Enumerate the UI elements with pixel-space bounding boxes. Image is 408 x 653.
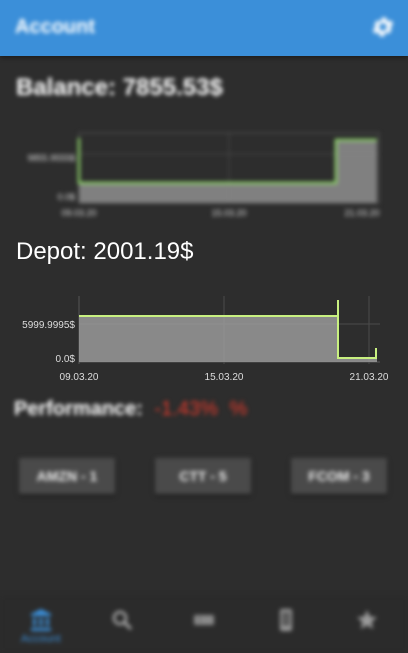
app-title: Account	[15, 16, 95, 38]
nav-item-account[interactable]: Account	[11, 595, 71, 653]
nav-item-ticket[interactable]	[174, 595, 234, 653]
x-tick-label: 21.03.20	[350, 372, 389, 383]
app-bar: Account	[0, 0, 408, 56]
bottom-navigation: Account	[0, 595, 408, 653]
balance-heading: Balance: 7855.53$	[16, 74, 223, 101]
phone-icon	[279, 609, 292, 631]
stock-button-ctt[interactable]: CTT - 5	[155, 458, 251, 494]
performance-label: Performance:	[14, 398, 143, 420]
x-tick-label: 21.03.20	[344, 208, 379, 218]
nav-item-search[interactable]	[92, 595, 152, 653]
performance-row: Performance: -1.43% %	[14, 398, 247, 421]
search-icon	[113, 610, 133, 631]
y-tick-label: 0.0$	[56, 354, 76, 365]
performance-value: -1.43%	[154, 398, 218, 420]
y-tick-label: 5999.9995$	[22, 320, 75, 331]
performance-unit: %	[229, 398, 248, 420]
stock-button-fcom[interactable]: FCOM - 3	[291, 458, 387, 494]
y-tick-label: 0.0$	[57, 192, 75, 202]
bank-icon	[30, 609, 51, 631]
y-tick-label: 9855.9555$	[27, 153, 75, 163]
star-icon	[357, 610, 378, 629]
ticket-icon	[193, 615, 214, 625]
x-tick-label: 15.03.20	[205, 372, 244, 383]
gear-icon[interactable]	[370, 14, 396, 40]
nav-item-label: Account	[20, 633, 61, 645]
depot-chart: 5999.9995$ 0.0$ 09.03.20 15.03.20 21.03.…	[0, 292, 408, 392]
x-tick-label: 15.03.20	[211, 208, 246, 218]
balance-line	[77, 138, 377, 185]
nav-item-star[interactable]	[337, 595, 397, 653]
nav-item-phone[interactable]	[256, 595, 316, 653]
balance-area	[79, 140, 377, 203]
depot-area	[79, 316, 377, 362]
x-tick-label: 09.03.20	[60, 372, 99, 383]
balance-chart: 9855.9555$ 0.0$ 09.03.20 15.03.20 21.03.…	[0, 128, 408, 228]
x-tick-label: 09.03.20	[61, 208, 96, 218]
stock-button-amzn[interactable]: AMZN - 1	[19, 458, 115, 494]
depot-heading: Depot: 2001.19$	[16, 238, 194, 265]
